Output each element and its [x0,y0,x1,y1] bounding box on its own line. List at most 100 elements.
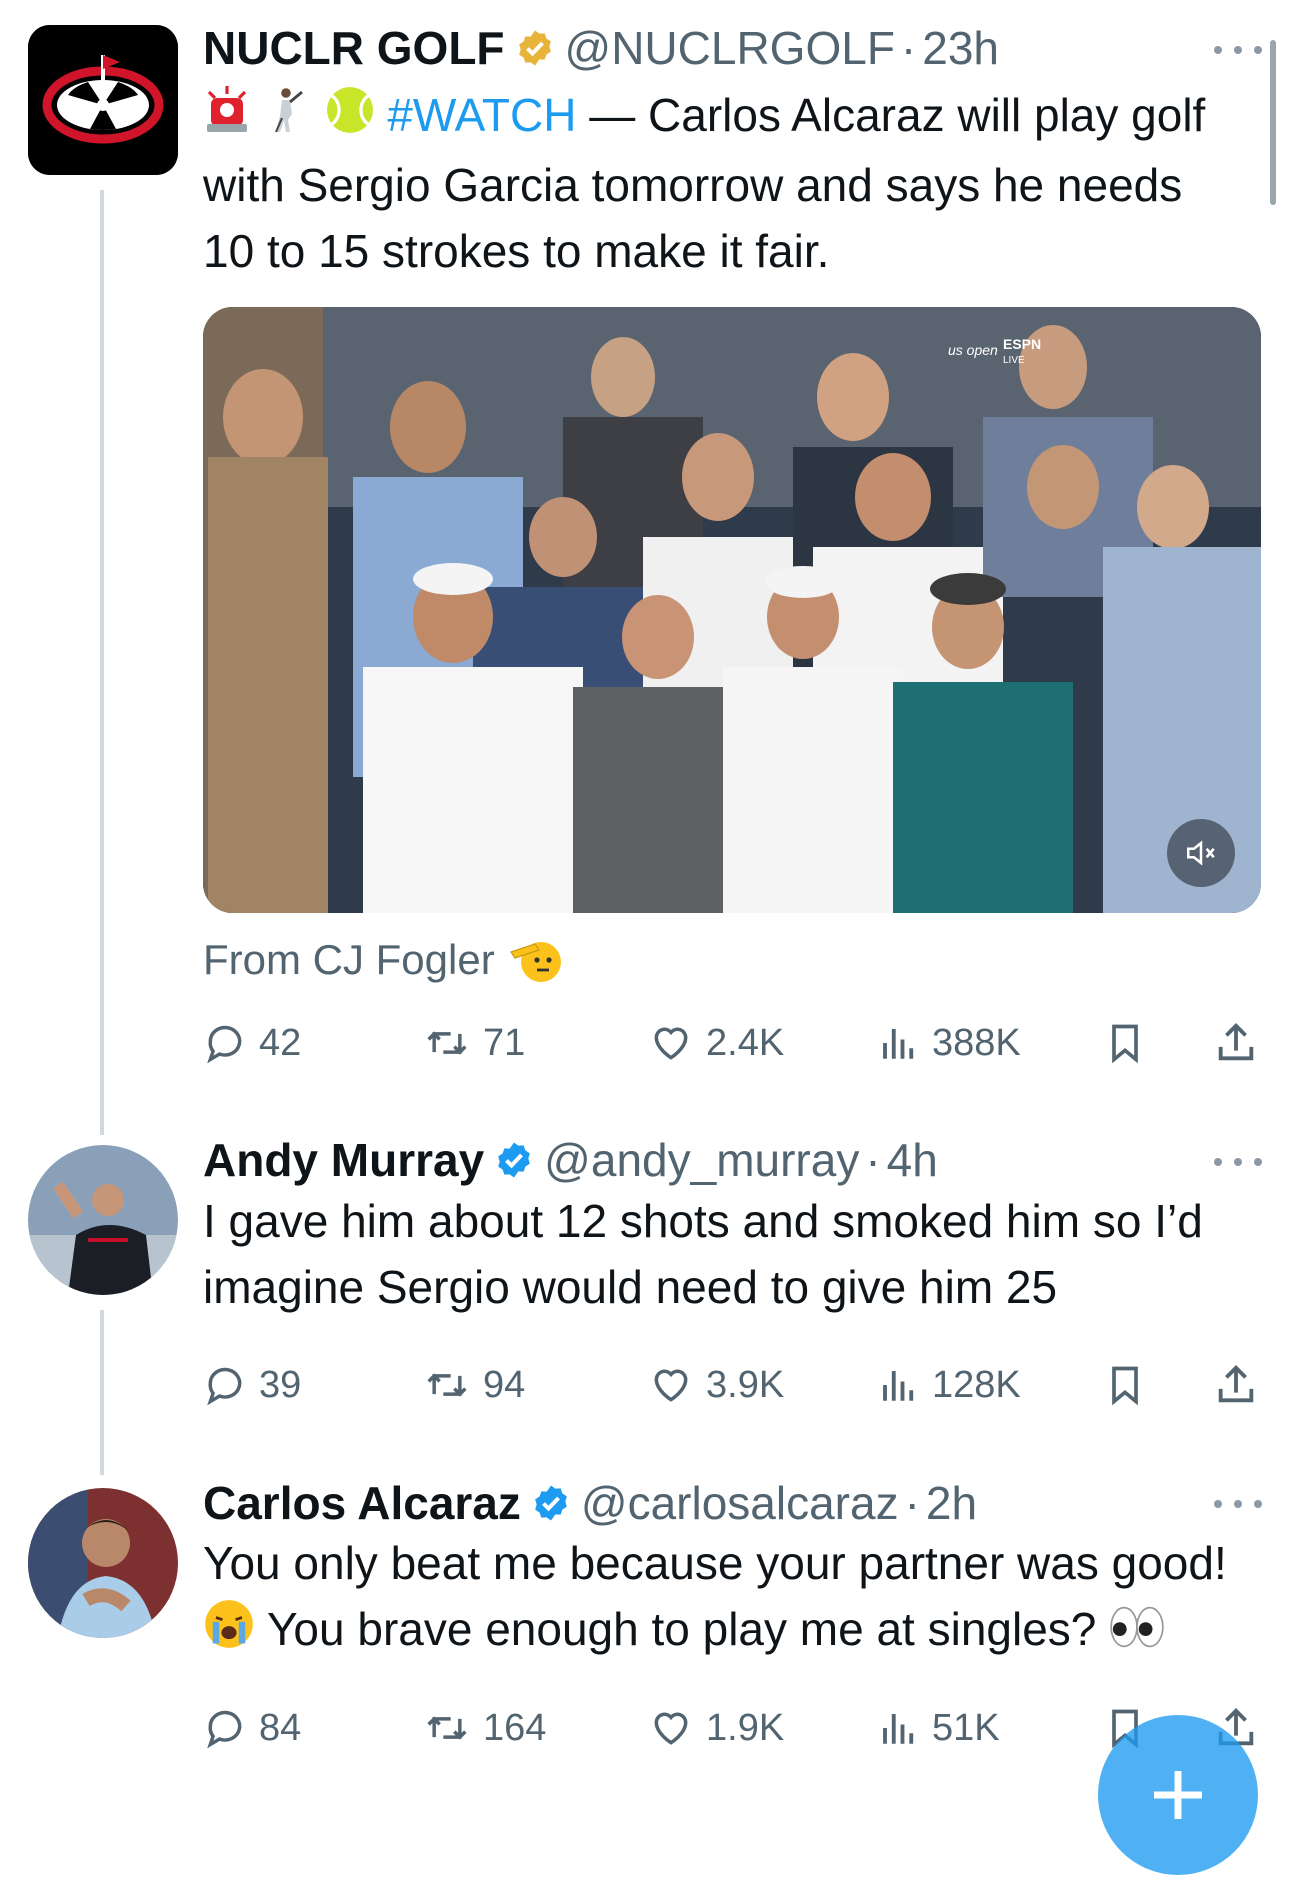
author-handle[interactable]: @NUCLRGOLF [565,21,895,75]
repost-button[interactable]: 94 [423,1355,525,1415]
heart-icon [654,1027,688,1060]
action-bar: 42 71 2.4K 388K [203,1013,1263,1073]
tweet-andy-murray[interactable]: Andy Murray @andy_murray · 4h I gave him… [0,1130,1290,1475]
like-count: 2.4K [706,1021,785,1064]
verified-gold-icon [518,30,551,66]
avatar-photo [28,1488,178,1638]
nuclr-logo-icon [28,25,178,175]
tweet-header: Carlos Alcaraz @carlosalcaraz · 2h [203,1473,1230,1533]
bookmark-button[interactable] [1103,1355,1159,1415]
views-chart-icon [883,1714,914,1744]
tweet-text: You only beat me because your partner wa… [203,1530,1230,1667]
like-count: 3.9K [706,1363,785,1406]
action-bar: 39 94 3.9K 128K [203,1355,1263,1415]
tweet-carlos-alcaraz[interactable]: Carlos Alcaraz @carlosalcaraz · 2h You o… [0,1470,1290,1880]
reply-icon [207,1367,242,1406]
bookmark-icon [1112,1024,1138,1064]
reply-icon [207,1025,242,1064]
views-button[interactable]: 388K [878,1013,1021,1073]
avatar-nuclr-golf[interactable] [28,25,178,175]
author-name[interactable]: Andy Murray [203,1133,484,1187]
reply-button[interactable]: 42 [203,1013,301,1073]
compose-button[interactable] [1098,1715,1258,1875]
separator-dot: · [900,22,917,74]
reply-icon [207,1710,242,1749]
heart-icon [654,1369,688,1402]
thread-line [100,1310,104,1475]
repost-count: 94 [483,1363,526,1406]
more-options-icon[interactable] [1214,1152,1262,1172]
bookmark-icon [1112,1366,1138,1406]
repost-icon [427,1031,467,1055]
reply-count: 84 [259,1706,302,1749]
reply-button[interactable]: 39 [203,1355,301,1415]
separator-dot: · [904,1477,920,1529]
views-chart-icon [883,1029,914,1059]
share-button[interactable] [1213,1013,1271,1073]
repost-icon [427,1373,467,1397]
author-handle[interactable]: @andy_murray [544,1133,859,1187]
tweet-time[interactable]: 2h [926,1476,977,1530]
tweet-header: Andy Murray @andy_murray · 4h [203,1130,1230,1190]
tweet-time[interactable]: 23h [922,21,999,75]
reply-count: 42 [259,1021,302,1064]
share-button[interactable] [1213,1355,1271,1415]
tweet-header: NUCLR GOLF @NUCLRGOLF · 23h [203,18,1230,78]
views-button[interactable]: 51K [878,1698,1000,1758]
plus-icon [1154,1771,1202,1819]
verified-blue-icon [498,1142,531,1178]
more-options-icon[interactable] [1214,1494,1262,1514]
tweet-nuclr-golf[interactable]: NUCLR GOLF @NUCLRGOLF · 23h #WATCH — Car… [0,0,1290,1135]
avatar-carlos-alcaraz[interactable] [28,1488,178,1638]
tennis-ball-icon [325,85,375,152]
like-button[interactable]: 2.4K [648,1013,784,1073]
like-button[interactable]: 3.9K [648,1355,784,1415]
views-chart-icon [883,1371,914,1401]
like-button[interactable]: 1.9K [648,1698,784,1758]
author-name[interactable]: NUCLR GOLF [203,21,505,75]
share-icon [1218,1365,1254,1403]
tweet-text: I gave him about 12 shots and smoked him… [203,1195,1203,1313]
video-player[interactable]: us open ESPN LIVE [203,307,1261,913]
muted-speaker-icon [1186,840,1215,866]
video-frame: us open ESPN LIVE [203,307,1261,913]
like-count: 1.9K [706,1706,785,1749]
bookmark-button[interactable] [1103,1013,1159,1073]
espn-watermark: ESPN [1003,336,1041,352]
action-bar: 84 164 1.9K 51K [203,1698,1263,1758]
eyes-icon [1109,1600,1165,1666]
reply-button[interactable]: 84 [203,1698,301,1758]
repost-button[interactable]: 71 [423,1013,525,1073]
more-options-icon[interactable] [1214,40,1262,60]
crying-face-icon [203,1598,255,1667]
attribution-text: From CJ Fogler [203,936,495,983]
tweet-body-part1: You only beat me because your partner wa… [203,1537,1227,1589]
hashtag-watch[interactable]: #WATCH [387,89,576,141]
repost-count: 164 [483,1706,547,1749]
thread-line [100,190,104,1135]
views-count: 51K [932,1706,1000,1749]
repost-count: 71 [483,1021,526,1064]
share-icon [1218,1023,1254,1061]
verified-blue-icon [535,1485,567,1521]
author-name[interactable]: Carlos Alcaraz [203,1476,521,1530]
tweet-text: #WATCH — Carlos Alcaraz will play golf w… [203,82,1230,284]
views-count: 388K [932,1021,1021,1064]
mute-button[interactable] [1167,819,1235,887]
police-light-icon [203,85,251,152]
live-watermark: LIVE [1003,355,1025,366]
repost-button[interactable]: 164 [423,1698,546,1758]
repost-icon [427,1716,467,1740]
avatar-andy-murray[interactable] [28,1145,178,1295]
tweet-time[interactable]: 4h [887,1133,938,1187]
views-button[interactable]: 128K [878,1355,1021,1415]
avatar-photo [28,1145,178,1295]
golfer-icon [264,85,312,152]
scrollbar[interactable] [1270,40,1276,205]
author-handle[interactable]: @carlosalcaraz [581,1476,899,1530]
media-attribution[interactable]: From CJ Fogler [203,935,565,985]
saluting-face-icon [509,942,561,982]
reply-count: 39 [259,1363,302,1406]
separator-dot: · [865,1134,881,1186]
views-count: 128K [932,1363,1021,1406]
